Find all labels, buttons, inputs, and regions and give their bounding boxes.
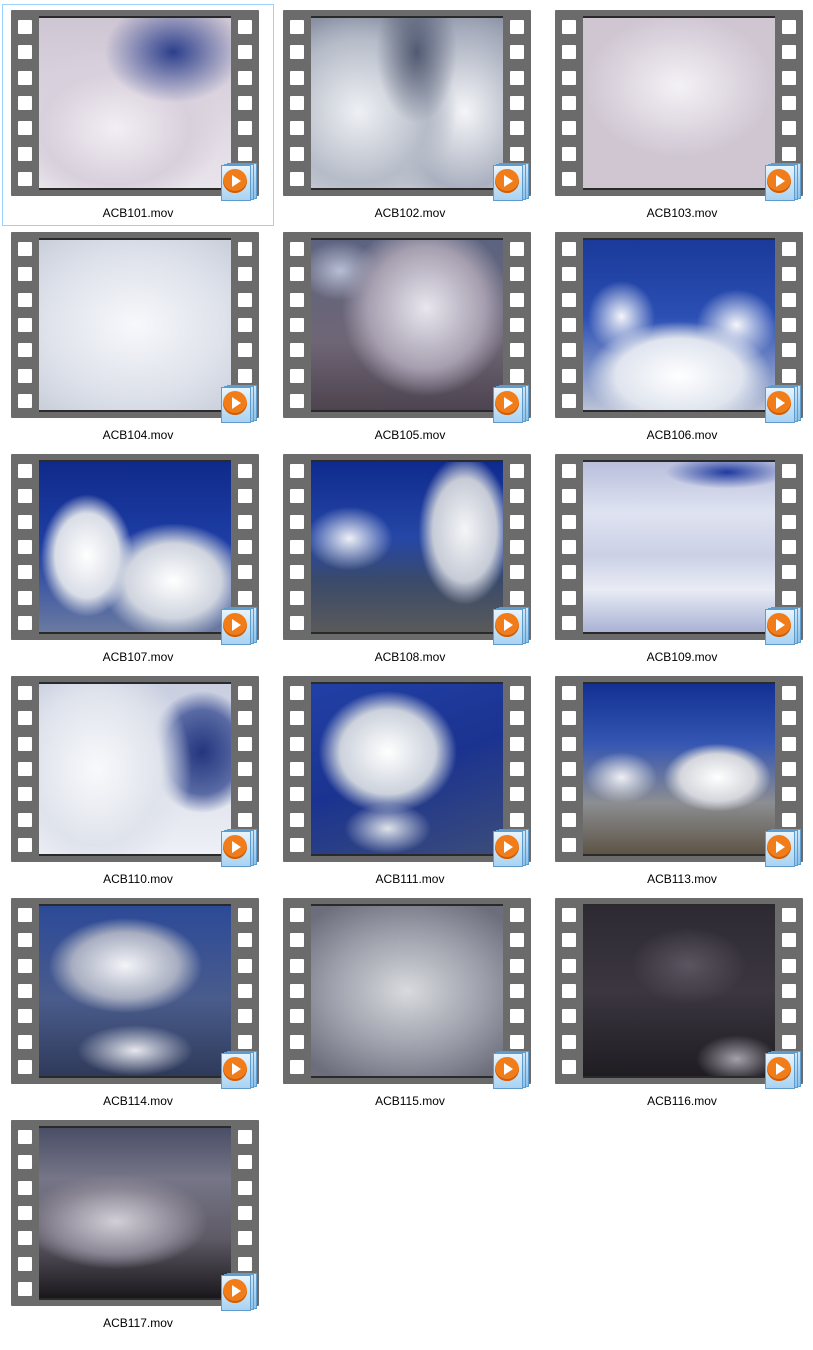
file-item[interactable]: ACB113.mov [546, 670, 813, 892]
film-sprocket-holes [11, 232, 39, 418]
file-name-label: ACB114.mov [103, 1094, 173, 1108]
film-sprocket-holes [555, 10, 583, 196]
media-player-play-icon [221, 1273, 257, 1311]
film-sprocket-holes [283, 898, 311, 1084]
media-player-play-icon [493, 163, 529, 201]
file-item[interactable]: ACB103.mov [546, 4, 813, 226]
film-sprocket-holes [283, 454, 311, 640]
file-item[interactable]: ACB107.mov [2, 448, 274, 670]
file-item[interactable]: ACB111.mov [274, 670, 546, 892]
file-item[interactable]: ACB104.mov [2, 226, 274, 448]
file-item[interactable]: ACB106.mov [546, 226, 813, 448]
media-player-play-icon [221, 829, 257, 867]
media-player-play-icon [221, 385, 257, 423]
file-name-label: ACB109.mov [646, 650, 718, 664]
media-player-play-icon [493, 607, 529, 645]
thumbnail-image [39, 1126, 231, 1300]
film-sprocket-holes [11, 454, 39, 640]
file-item[interactable]: ACB116.mov [546, 892, 813, 1114]
file-item[interactable]: ACB110.mov [2, 670, 274, 892]
file-name-label: ACB111.mov [375, 872, 445, 886]
file-name-label: ACB113.mov [647, 872, 717, 886]
file-thumbnail-grid: ACB101.mov ACB102.mov ACB103.mov ACB104.mov… [0, 0, 813, 1350]
media-player-play-icon [765, 829, 801, 867]
thumbnail-image [311, 904, 503, 1078]
thumbnail-image [311, 238, 503, 412]
file-item[interactable]: ACB105.mov [274, 226, 546, 448]
media-player-play-icon [221, 163, 257, 201]
film-sprocket-holes [555, 454, 583, 640]
file-name-label: ACB107.mov [102, 650, 174, 664]
file-item[interactable]: ACB114.mov [2, 892, 274, 1114]
file-item[interactable]: ACB101.mov [2, 4, 274, 226]
media-player-play-icon [765, 163, 801, 201]
thumbnail-image [39, 16, 231, 190]
file-item[interactable]: ACB109.mov [546, 448, 813, 670]
film-sprocket-holes [11, 898, 39, 1084]
media-player-play-icon [493, 829, 529, 867]
file-name-label: ACB103.mov [646, 206, 718, 220]
file-name-label: ACB105.mov [374, 428, 446, 442]
file-name-label: ACB108.mov [374, 650, 446, 664]
thumbnail-image [583, 238, 775, 412]
thumbnail-image [39, 904, 231, 1078]
file-item[interactable]: ACB108.mov [274, 448, 546, 670]
file-name-label: ACB117.mov [103, 1316, 173, 1330]
film-sprocket-holes [11, 676, 39, 862]
thumbnail-image [583, 16, 775, 190]
file-item[interactable]: ACB115.mov [274, 892, 546, 1114]
media-player-play-icon [493, 1051, 529, 1089]
media-player-play-icon [221, 1051, 257, 1089]
thumbnail-image [39, 682, 231, 856]
film-sprocket-holes [283, 232, 311, 418]
file-name-label: ACB102.mov [374, 206, 446, 220]
thumbnail-image [311, 460, 503, 634]
file-name-label: ACB104.mov [102, 428, 174, 442]
media-player-play-icon [493, 385, 529, 423]
thumbnail-image [311, 682, 503, 856]
film-sprocket-holes [555, 898, 583, 1084]
thumbnail-image [583, 904, 775, 1078]
media-player-play-icon [765, 385, 801, 423]
thumbnail-image [39, 460, 231, 634]
file-name-label: ACB101.mov [102, 206, 174, 220]
film-sprocket-holes [11, 10, 39, 196]
film-sprocket-holes [283, 10, 311, 196]
thumbnail-image [583, 682, 775, 856]
file-name-label: ACB116.mov [647, 1094, 717, 1108]
thumbnail-image [39, 238, 231, 412]
file-item[interactable]: ACB117.mov [2, 1114, 274, 1336]
file-item[interactable]: ACB102.mov [274, 4, 546, 226]
film-sprocket-holes [555, 232, 583, 418]
media-player-play-icon [765, 1051, 801, 1089]
file-name-label: ACB115.mov [375, 1094, 445, 1108]
media-player-play-icon [221, 607, 257, 645]
film-sprocket-holes [283, 676, 311, 862]
thumbnail-image [583, 460, 775, 634]
file-name-label: ACB110.mov [103, 872, 173, 886]
thumbnail-image [311, 16, 503, 190]
media-player-play-icon [765, 607, 801, 645]
film-sprocket-holes [11, 1120, 39, 1306]
film-sprocket-holes [555, 676, 583, 862]
file-name-label: ACB106.mov [646, 428, 718, 442]
